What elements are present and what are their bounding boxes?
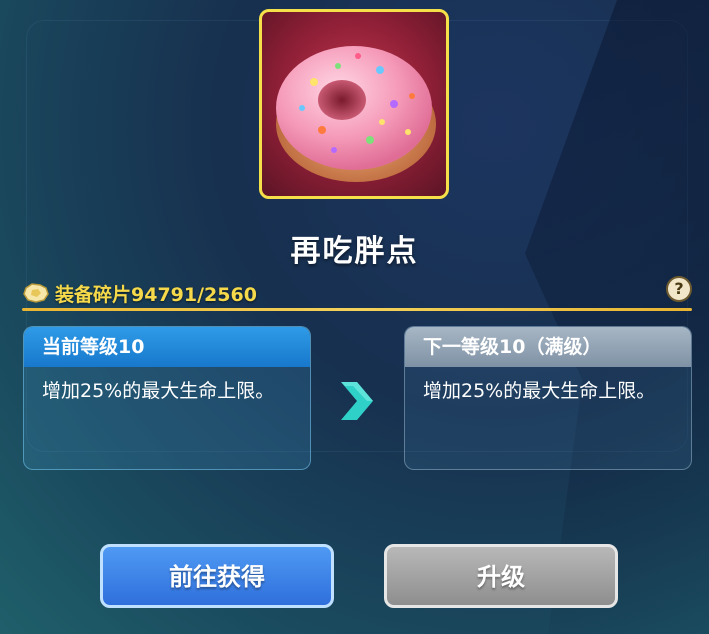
go-obtain-button[interactable]: 前往获得 xyxy=(100,544,334,608)
fragment-icon xyxy=(23,283,49,303)
current-level-description: 增加25%的最大生命上限。 xyxy=(42,380,275,402)
fragment-counter: 装备碎片94791/2560 ? xyxy=(22,276,692,306)
chevron-right-icon xyxy=(341,382,373,420)
item-image-frame xyxy=(259,9,449,199)
current-level-card: 当前等级10 增加25%的最大生命上限。 xyxy=(23,326,311,470)
divider xyxy=(22,308,692,311)
item-name: 再吃胖点 xyxy=(290,234,419,269)
next-level-title: 下一等级10（满级） xyxy=(405,327,691,367)
pink-donut-icon xyxy=(276,46,436,182)
upgrade-button[interactable]: 升级 xyxy=(384,544,618,608)
next-level-description: 增加25%的最大生命上限。 xyxy=(423,380,656,402)
current-level-title: 当前等级10 xyxy=(24,327,310,367)
help-button[interactable]: ? xyxy=(666,276,692,302)
next-level-card: 下一等级10（满级） 增加25%的最大生命上限。 xyxy=(404,326,692,470)
fragment-count-text: 装备碎片94791/2560 xyxy=(55,284,257,306)
